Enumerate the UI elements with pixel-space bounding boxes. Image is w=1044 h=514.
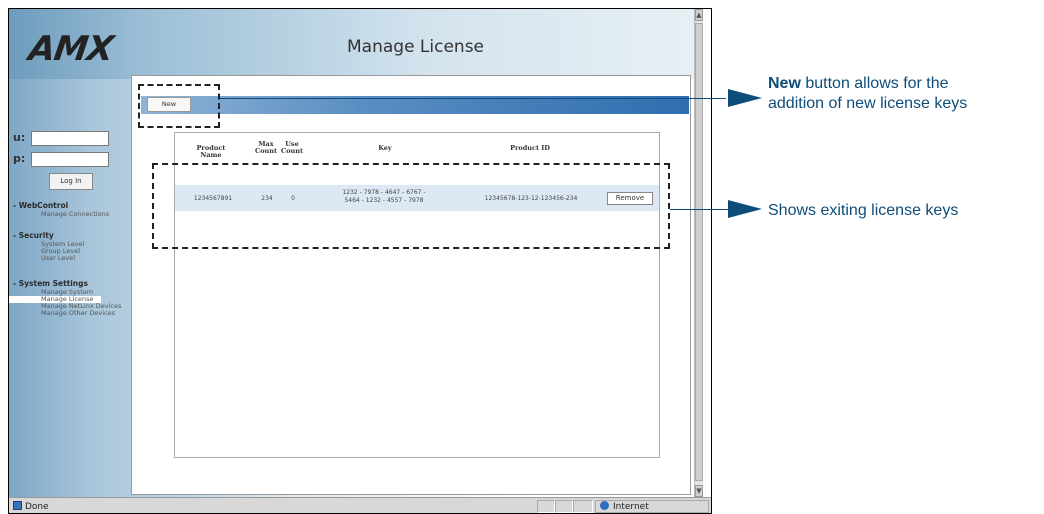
col-header-key: Key <box>378 144 392 152</box>
annotation-new-rest: button allows for the <box>800 75 949 92</box>
username-input[interactable] <box>31 131 109 146</box>
status-bar: Done Internet <box>9 497 711 513</box>
scroll-up-icon[interactable]: ▲ <box>695 9 703 21</box>
password-label: p: <box>13 152 26 165</box>
username-label: u: <box>13 131 26 144</box>
new-button-annotation: New button allows for the addition of ne… <box>768 74 967 114</box>
table-annotation: Shows exiting license keys <box>768 202 959 219</box>
nav-group-security[interactable]: - Security <box>13 231 54 240</box>
status-cell <box>573 500 593 513</box>
nav-group-system-settings[interactable]: - System Settings <box>13 279 88 288</box>
table-arrow-icon <box>728 200 762 218</box>
globe-icon <box>600 501 609 510</box>
sidebar: u: p: Log In - WebControl Manage Connect… <box>9 79 131 497</box>
zone-label: Internet <box>613 502 649 512</box>
new-leader-line <box>220 98 726 99</box>
content-panel: New Product Name Max Count Use Count Key… <box>131 75 691 495</box>
page-title: Manage License <box>347 37 485 57</box>
nav-group-webcontrol[interactable]: - WebControl <box>13 201 68 210</box>
amx-logo: AMX <box>26 29 116 69</box>
new-arrow-icon <box>728 89 762 107</box>
sidebar-item-manage-connections[interactable]: Manage Connections <box>41 211 109 218</box>
status-text: Done <box>13 501 49 512</box>
page-icon <box>13 501 22 510</box>
table-callout-box <box>152 163 670 249</box>
col-header-use-count: Use Count <box>279 141 305 155</box>
new-button-callout-box <box>138 84 220 128</box>
col-header-max-line2: Count <box>255 147 277 155</box>
col-header-use-line2: Count <box>281 147 303 155</box>
scroll-down-icon[interactable]: ▼ <box>695 485 703 497</box>
vertical-scrollbar[interactable]: ▲ ▼ <box>694 9 703 497</box>
col-header-product-name: Product Name <box>196 144 226 159</box>
status-cell <box>555 500 573 513</box>
sidebar-item-user-level[interactable]: User Level <box>41 255 75 262</box>
col-header-product-id: Product ID <box>510 144 550 152</box>
annotation-new-line2: addition of new license keys <box>768 95 968 112</box>
security-zone: Internet <box>595 500 709 513</box>
login-button[interactable]: Log In <box>49 173 93 190</box>
header-bar: AMX Manage License <box>9 9 703 79</box>
annotation-new-bold: New <box>768 75 801 92</box>
table-leader-line <box>670 209 728 210</box>
col-header-max-count: Max Count <box>253 141 279 155</box>
scroll-thumb[interactable] <box>695 23 703 481</box>
status-label: Done <box>25 502 49 512</box>
password-input[interactable] <box>31 152 109 167</box>
browser-window: AMX Manage License u: p: Log In - WebCon… <box>8 8 712 514</box>
sidebar-item-manage-other-devices[interactable]: Manage Other Devices <box>41 310 115 317</box>
status-cell <box>537 500 555 513</box>
web-page: AMX Manage License u: p: Log In - WebCon… <box>9 9 703 497</box>
